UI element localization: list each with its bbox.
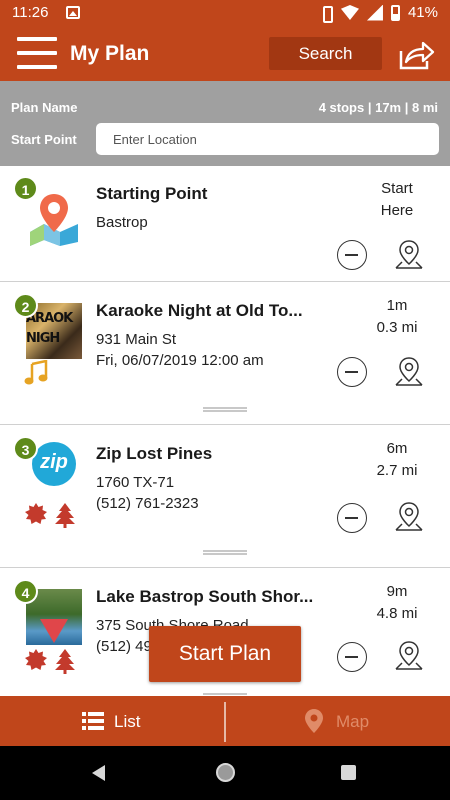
hamburger-menu-icon[interactable]: [17, 37, 57, 69]
page-title: My Plan: [70, 42, 150, 65]
wifi-icon: [340, 5, 359, 20]
tab-list[interactable]: List: [0, 696, 224, 746]
drag-handle[interactable]: [203, 407, 247, 412]
stop-title: Karaoke Night at Old To...: [96, 301, 303, 320]
search-button[interactable]: Search: [269, 37, 382, 70]
image-notification-icon: [66, 6, 80, 19]
remove-stop-button[interactable]: [337, 642, 367, 672]
map-pin-icon[interactable]: [394, 639, 424, 671]
status-icons: 41%: [319, 4, 438, 23]
stop-address: 1760 TX-71: [96, 474, 175, 491]
stop-metric-top: Start: [381, 180, 413, 197]
stop-location: Bastrop: [96, 214, 148, 231]
stop-address: 931 Main St: [96, 331, 177, 348]
share-icon[interactable]: [397, 39, 435, 71]
map-pin-icon[interactable]: [394, 355, 424, 387]
stop-metric-bottom: 4.8 mi: [376, 605, 418, 622]
stop-number-badge: 4: [13, 579, 38, 604]
app-header: My Plan Search: [0, 26, 450, 81]
stop-card-3[interactable]: 3 zip Zip Lost Pines 1760 TX-71 (512) 76…: [0, 426, 450, 568]
map-pin-icon[interactable]: [394, 500, 424, 532]
category-icons: [24, 502, 76, 528]
zip-logo: zip: [32, 442, 76, 486]
tree-icon: [55, 503, 75, 528]
signal-icon: [366, 4, 383, 21]
remove-stop-button[interactable]: [337, 357, 367, 387]
thumbnail-text: ARAOK NIGH: [26, 311, 73, 346]
bottom-tab-bar: List Map: [0, 696, 450, 746]
battery-percent: 41%: [407, 4, 438, 21]
zip-logo-text: zip: [40, 451, 68, 473]
status-bar: 11:26 41%: [0, 0, 450, 26]
stop-card-1[interactable]: 1 Starting Point Bastrop Start Here: [0, 166, 450, 282]
stop-number-badge: 2: [13, 293, 38, 318]
tab-list-label: List: [114, 712, 141, 731]
list-icon: [82, 712, 104, 730]
system-nav-bar: [0, 746, 450, 800]
stop-metric: 9m 4.8 mi: [367, 581, 427, 625]
plan-name-label: Plan Name: [11, 100, 78, 115]
stop-title: Lake Bastrop South Shor...: [96, 587, 314, 606]
stop-phone: (512) 761-2323: [96, 495, 199, 512]
category-icons: [24, 648, 76, 674]
recents-icon[interactable]: [341, 765, 356, 780]
stop-card-2[interactable]: 2 ARAOK NIGH Karaoke Night at Old To... …: [0, 283, 450, 425]
stop-metric-top: 6m: [386, 440, 408, 457]
battery-icon: [390, 4, 400, 21]
tab-map[interactable]: Map: [226, 696, 450, 746]
stop-metric-top: 9m: [386, 583, 408, 600]
map-marker-icon: [305, 709, 323, 733]
stop-metric-top: 1m: [386, 297, 408, 314]
home-icon[interactable]: [216, 763, 235, 782]
tab-map-label: Map: [336, 712, 370, 731]
stop-title: Starting Point: [96, 184, 208, 203]
badge-icon: [25, 649, 47, 670]
stop-number-badge: 3: [13, 436, 38, 461]
music-note-icon: [24, 360, 48, 385]
map-pin-icon[interactable]: [394, 238, 424, 270]
start-location-input[interactable]: [96, 123, 439, 155]
stop-phone: (512) 49: [96, 638, 152, 655]
plan-stats: 4 stops | 17m | 8 mi: [318, 100, 438, 115]
stop-metric-bottom: Here: [380, 202, 414, 219]
stop-datetime: Fri, 06/07/2019 12:00 am: [96, 352, 264, 369]
stop-title: Zip Lost Pines: [96, 444, 213, 463]
stop-metric: 1m 0.3 mi: [367, 295, 427, 339]
start-plan-button[interactable]: Start Plan: [149, 626, 301, 682]
stop-metric: Start Here: [367, 178, 427, 222]
stop-list: 1 Starting Point Bastrop Start Here 2 AR…: [0, 166, 450, 696]
stop-metric-bottom: 0.3 mi: [376, 319, 418, 336]
stop-number-badge: 1: [13, 176, 38, 201]
vibrate-icon: [319, 5, 333, 23]
stop-metric-bottom: 2.7 mi: [376, 462, 418, 479]
plan-info-panel: Plan Name 4 stops | 17m | 8 mi Start Poi…: [0, 81, 450, 166]
status-time: 11:26: [12, 4, 49, 21]
drag-handle[interactable]: [203, 550, 247, 555]
remove-stop-button[interactable]: [337, 240, 367, 270]
badge-icon: [25, 503, 47, 524]
stop-metric: 6m 2.7 mi: [367, 438, 427, 482]
remove-stop-button[interactable]: [337, 503, 367, 533]
back-icon[interactable]: [92, 765, 105, 781]
start-point-label: Start Point: [11, 132, 77, 147]
tree-icon: [55, 649, 75, 674]
